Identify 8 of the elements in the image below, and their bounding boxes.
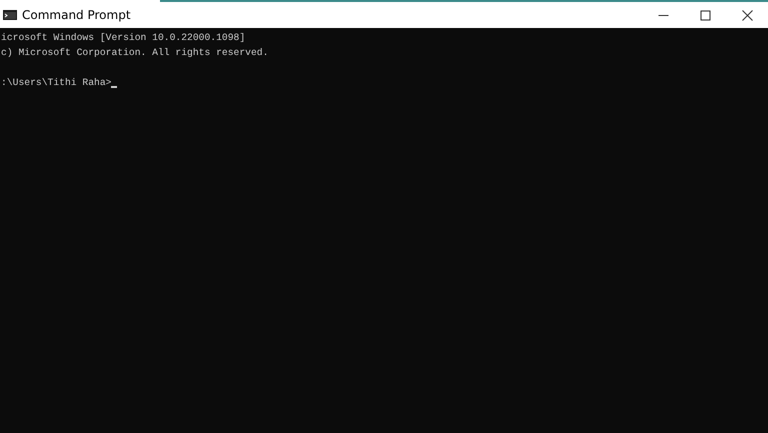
text-cursor: [111, 86, 118, 88]
close-icon: [742, 10, 752, 20]
maximize-icon: [700, 10, 710, 20]
command-prompt: :\Users\Tithi Raha>: [1, 76, 112, 90]
window-title: Command Prompt: [22, 8, 132, 22]
console-line: icrosoft Windows [Version 10.0.22000.1098]: [1, 31, 246, 45]
console-line: c) Microsoft Corporation. All rights reserved.: [1, 46, 268, 60]
console-icon: [3, 10, 17, 20]
